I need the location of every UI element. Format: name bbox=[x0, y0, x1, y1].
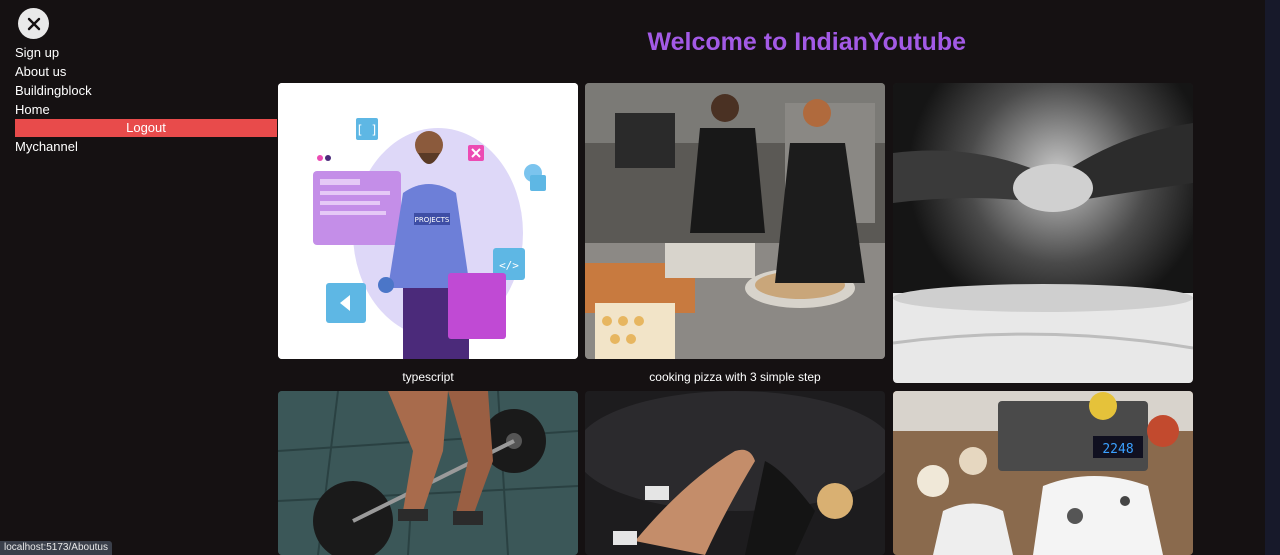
svg-text:2248: 2248 bbox=[1102, 442, 1133, 457]
svg-text:</>: </> bbox=[499, 259, 519, 272]
svg-text:[ ]: [ ] bbox=[356, 123, 378, 137]
main-content: Welcome to IndianYoutube [ ] PROJECTS </… bbox=[278, 0, 1265, 555]
video-card-cooking-pizza[interactable] bbox=[585, 83, 885, 359]
video-thumbnail: 2248 bbox=[893, 391, 1193, 555]
video-card-3[interactable] bbox=[893, 83, 1193, 383]
sidebar-item-about-us[interactable]: About us bbox=[15, 62, 277, 81]
video-thumbnail bbox=[585, 391, 885, 555]
link-status-url: localhost:5173/Aboutus bbox=[0, 541, 112, 555]
video-thumbnail bbox=[893, 83, 1193, 383]
video-thumbnail bbox=[585, 83, 885, 359]
video-card-6[interactable]: 2248 bbox=[893, 391, 1193, 555]
video-card-4[interactable] bbox=[278, 391, 578, 555]
sidebar-item-sign-up[interactable]: Sign up bbox=[15, 43, 277, 62]
video-card-typescript[interactable]: [ ] PROJECTS </> bbox=[278, 83, 578, 359]
close-icon bbox=[27, 17, 40, 30]
logout-button[interactable]: Logout bbox=[15, 119, 277, 137]
video-thumbnail bbox=[278, 391, 578, 555]
scrollbar-track[interactable] bbox=[1265, 0, 1280, 555]
video-card-5[interactable] bbox=[585, 391, 885, 555]
close-sidebar-button[interactable] bbox=[18, 8, 49, 39]
sidebar-nav: Sign up About us Buildingblock Home Logo… bbox=[15, 43, 277, 156]
sidebar: Sign up About us Buildingblock Home Logo… bbox=[0, 0, 298, 555]
svg-text:PROJECTS: PROJECTS bbox=[415, 216, 450, 224]
sidebar-item-mychannel[interactable]: Mychannel bbox=[15, 137, 277, 156]
video-title-typescript[interactable]: typescript bbox=[278, 370, 578, 384]
sidebar-item-buildingblock[interactable]: Buildingblock bbox=[15, 81, 277, 100]
sidebar-item-home[interactable]: Home bbox=[15, 100, 277, 119]
page-title: Welcome to IndianYoutube bbox=[647, 28, 966, 56]
video-thumbnail: [ ] PROJECTS </> bbox=[278, 83, 578, 359]
app-page: Sign up About us Buildingblock Home Logo… bbox=[0, 0, 1280, 555]
video-title-cooking-pizza[interactable]: cooking pizza with 3 simple step bbox=[585, 370, 885, 384]
